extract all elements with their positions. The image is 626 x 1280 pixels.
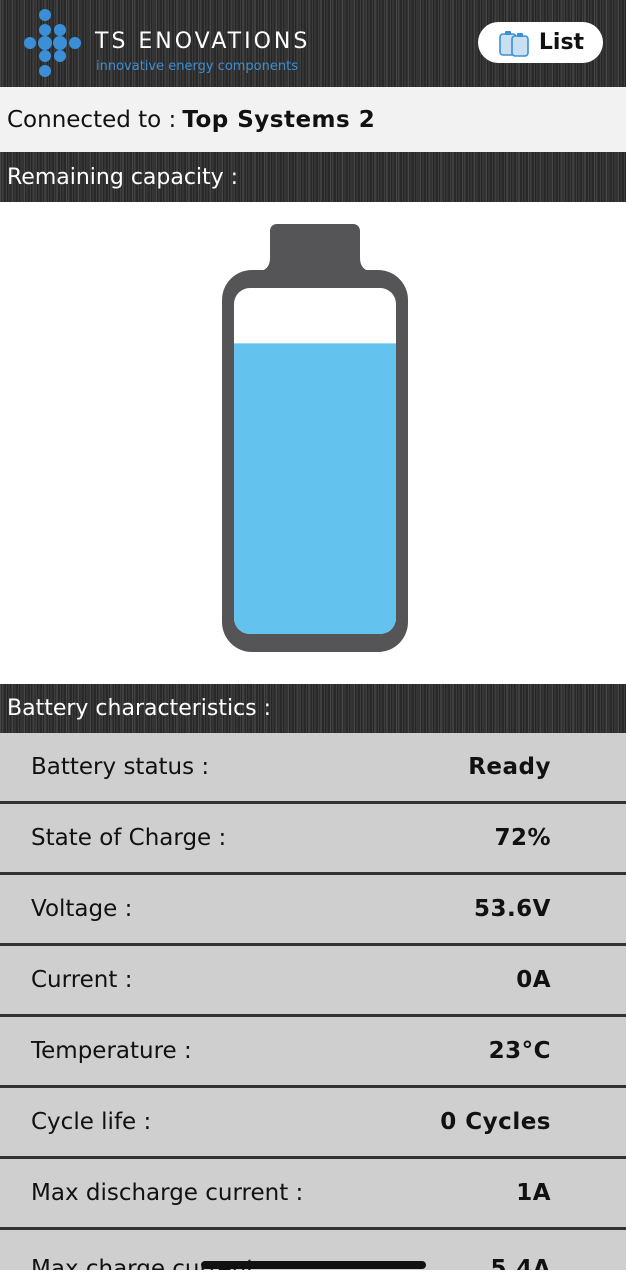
app-header: TS ENOVATIONS innovative energy componen… — [0, 0, 626, 87]
row-value: Ready — [468, 754, 551, 780]
row-label: Temperature : — [31, 1038, 192, 1064]
connected-label: Connected to : — [7, 106, 177, 133]
row-label: Voltage : — [31, 896, 133, 922]
row-value: 0A — [516, 967, 551, 993]
row-value: 72% — [494, 825, 551, 851]
table-row: Temperature : 23°C — [0, 1017, 626, 1088]
table-row: State of Charge : 72% — [0, 804, 626, 875]
table-row: Voltage : 53.6V — [0, 875, 626, 946]
characteristics-table: Battery status : Ready State of Charge :… — [0, 733, 626, 1270]
row-value: 1A — [516, 1180, 551, 1206]
table-row: Max discharge current : 1A — [0, 1159, 626, 1230]
list-button-label: List — [538, 30, 585, 55]
row-label: Battery status : — [31, 754, 210, 780]
ts-enovations-logo-icon — [24, 9, 81, 77]
battery-gauge-area — [0, 202, 626, 684]
table-row: Battery status : Ready — [0, 733, 626, 804]
row-value: 5.4A — [490, 1256, 551, 1270]
row-label: Current : — [31, 967, 133, 993]
row-value: 0 Cycles — [440, 1109, 551, 1135]
row-label: Cycle life : — [31, 1109, 152, 1135]
row-value: 23°C — [488, 1038, 551, 1064]
remaining-capacity-title: Remaining capacity : — [7, 164, 239, 190]
list-button[interactable]: List — [478, 22, 603, 63]
connected-device-name: Top Systems 2 — [182, 106, 376, 133]
battery-list-icon — [499, 30, 529, 57]
row-label: State of Charge : — [31, 825, 227, 851]
battery-fill-level — [234, 343, 396, 634]
battery-characteristics-header: Battery characteristics : — [0, 684, 626, 733]
table-row: Cycle life : 0 Cycles — [0, 1088, 626, 1159]
table-row: Current : 0A — [0, 946, 626, 1017]
remaining-capacity-header: Remaining capacity : — [0, 152, 626, 202]
row-value: 53.6V — [473, 896, 551, 922]
brand-name: TS ENOVATIONS — [95, 29, 311, 54]
battery-characteristics-title: Battery characteristics : — [7, 696, 272, 721]
brand-tagline: innovative energy components — [96, 59, 298, 74]
battery-gauge-icon — [222, 224, 408, 652]
connection-bar: Connected to : Top Systems 2 — [0, 87, 626, 152]
row-label: Max discharge current : — [31, 1180, 304, 1206]
home-indicator[interactable] — [201, 1261, 426, 1269]
